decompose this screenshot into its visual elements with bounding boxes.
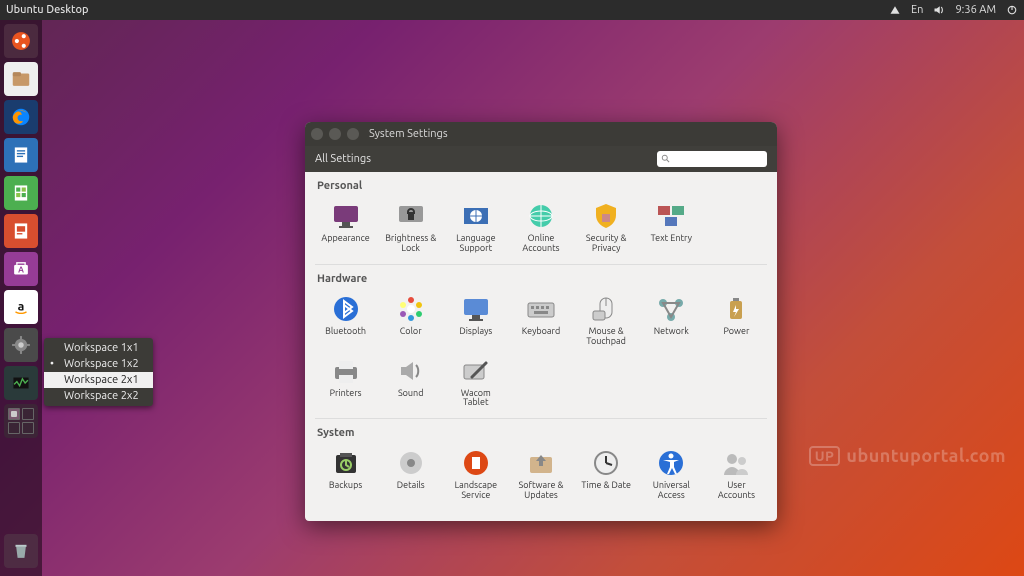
item-sound[interactable]: Sound xyxy=(378,351,443,413)
item-wacom-tablet[interactable]: Wacom Tablet xyxy=(443,351,508,413)
item-displays[interactable]: Displays xyxy=(443,289,508,351)
item-security-privacy[interactable]: Security & Privacy xyxy=(574,196,639,258)
item-bluetooth[interactable]: Bluetooth xyxy=(313,289,378,351)
system-settings-window: System Settings All Settings Personal Ap… xyxy=(305,122,777,521)
minimize-icon[interactable] xyxy=(329,128,341,140)
item-color[interactable]: Color xyxy=(378,289,443,351)
writer-icon[interactable] xyxy=(4,138,38,172)
titlebar[interactable]: System Settings xyxy=(305,122,777,146)
files-icon[interactable] xyxy=(4,62,38,96)
item-universal-access[interactable]: Universal Access xyxy=(639,443,704,505)
firefox-icon[interactable] xyxy=(4,100,38,134)
item-landscape-service[interactable]: Landscape Service xyxy=(443,443,508,505)
item-time-date[interactable]: Time & Date xyxy=(574,443,639,505)
grid-system: Backups Details Landscape Service Softwa… xyxy=(305,439,777,511)
amazon-icon[interactable]: a xyxy=(4,290,38,324)
item-language-support[interactable]: Language Support xyxy=(443,196,508,258)
ws-menu-item-2x1[interactable]: Workspace 2x1 xyxy=(44,372,153,388)
grid-hardware: Bluetooth Color Displays Keyboard Mouse … xyxy=(305,285,777,419)
item-mouse-touchpad[interactable]: Mouse & Touchpad xyxy=(574,289,639,351)
watermark-logo: UP xyxy=(809,446,841,466)
item-online-accounts[interactable]: Online Accounts xyxy=(508,196,573,258)
item-backups[interactable]: Backups xyxy=(313,443,378,505)
session-indicator-icon[interactable] xyxy=(1006,4,1018,16)
ws-menu-item-1x2[interactable]: Workspace 1x2 xyxy=(44,356,153,372)
watermark: UP ubuntuportal.com xyxy=(809,446,1006,466)
network-indicator-icon[interactable] xyxy=(889,4,901,16)
calc-icon[interactable] xyxy=(4,176,38,210)
item-details[interactable]: Details xyxy=(378,443,443,505)
item-user-accounts[interactable]: User Accounts xyxy=(704,443,769,505)
search-box[interactable] xyxy=(657,151,767,167)
maximize-icon[interactable] xyxy=(347,128,359,140)
item-appearance[interactable]: Appearance xyxy=(313,196,378,258)
watermark-text: ubuntuportal.com xyxy=(846,446,1006,466)
section-system-title: System xyxy=(305,419,777,439)
workspace-context-menu: Workspace 1x1 Workspace 1x2 Workspace 2x… xyxy=(44,338,153,406)
system-monitor-icon[interactable] xyxy=(4,366,38,400)
item-power[interactable]: Power xyxy=(704,289,769,351)
search-input[interactable] xyxy=(671,154,761,165)
search-icon xyxy=(661,154,671,164)
breadcrumb[interactable]: All Settings xyxy=(315,153,371,165)
top-panel: Ubuntu Desktop En 9:36 AM xyxy=(0,0,1024,20)
ws-menu-item-1x1[interactable]: Workspace 1x1 xyxy=(44,340,153,356)
item-text-entry[interactable]: Text Entry xyxy=(639,196,704,258)
svg-text:a: a xyxy=(18,299,25,313)
trash-icon[interactable] xyxy=(4,534,38,568)
item-brightness-lock[interactable]: Brightness & Lock xyxy=(378,196,443,258)
svg-text:A: A xyxy=(18,264,24,274)
item-printers[interactable]: Printers xyxy=(313,351,378,413)
panel-title: Ubuntu Desktop xyxy=(6,4,88,16)
dash-icon[interactable] xyxy=(4,24,38,58)
item-network[interactable]: Network xyxy=(639,289,704,351)
software-icon[interactable]: A xyxy=(4,252,38,286)
settings-launcher-icon[interactable] xyxy=(4,328,38,362)
workspace-switcher-icon[interactable] xyxy=(4,404,38,438)
section-hardware-title: Hardware xyxy=(305,265,777,285)
toolbar: All Settings xyxy=(305,146,777,172)
clock[interactable]: 9:36 AM xyxy=(955,4,996,16)
language-indicator[interactable]: En xyxy=(911,4,923,16)
close-icon[interactable] xyxy=(311,128,323,140)
item-keyboard[interactable]: Keyboard xyxy=(508,289,573,351)
sound-indicator-icon[interactable] xyxy=(933,4,945,16)
window-title: System Settings xyxy=(369,128,448,140)
section-personal-title: Personal xyxy=(305,172,777,192)
impress-icon[interactable] xyxy=(4,214,38,248)
launcher: A a xyxy=(0,20,42,576)
ws-menu-item-2x2[interactable]: Workspace 2x2 xyxy=(44,388,153,404)
item-software-updates[interactable]: Software & Updates xyxy=(508,443,573,505)
grid-personal: Appearance Brightness & Lock Language Su… xyxy=(305,192,777,264)
